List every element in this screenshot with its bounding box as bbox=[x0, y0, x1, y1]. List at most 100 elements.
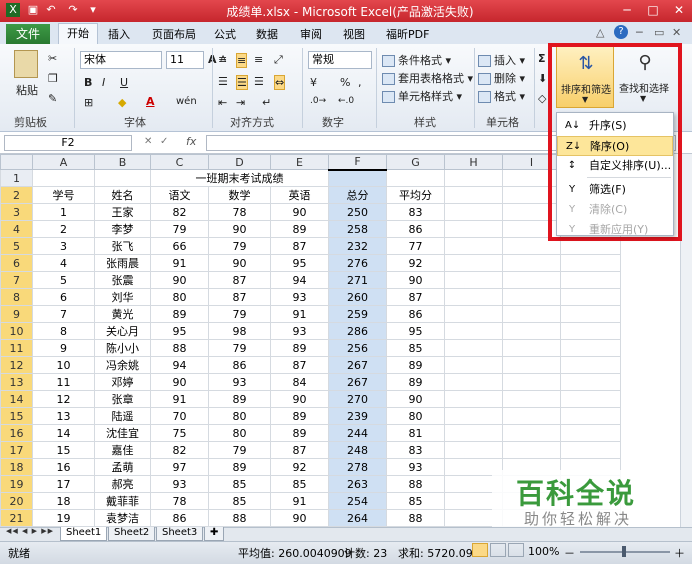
cell[interactable] bbox=[444, 305, 503, 323]
header-cell[interactable]: 语文 bbox=[150, 186, 209, 204]
data-cell[interactable]: 90 bbox=[270, 203, 329, 221]
data-cell[interactable]: 89 bbox=[386, 373, 445, 391]
data-cell[interactable]: 90 bbox=[208, 220, 271, 238]
data-cell[interactable]: 12 bbox=[32, 390, 95, 408]
data-cell[interactable]: 6 bbox=[32, 288, 95, 306]
workbook-close-button[interactable]: ✕ bbox=[672, 26, 681, 39]
data-cell[interactable]: 13 bbox=[32, 407, 95, 425]
format-cells-button[interactable]: 格式 ▾ bbox=[478, 88, 525, 104]
percent-button[interactable]: % bbox=[340, 76, 350, 89]
insert-function-button[interactable]: fx bbox=[186, 135, 196, 148]
cell[interactable] bbox=[32, 169, 95, 187]
data-cell[interactable]: 17 bbox=[32, 475, 95, 493]
data-cell[interactable]: 3 bbox=[32, 237, 95, 255]
data-cell[interactable]: 270 bbox=[328, 390, 387, 408]
borders-icon[interactable]: ⊞ bbox=[84, 96, 93, 109]
data-cell[interactable]: 袁梦洁 bbox=[94, 509, 151, 527]
data-cell[interactable]: 83 bbox=[386, 441, 445, 459]
data-cell[interactable]: 11 bbox=[32, 373, 95, 391]
data-cell[interactable]: 87 bbox=[208, 288, 271, 306]
data-cell[interactable]: 90 bbox=[270, 390, 329, 408]
align-right-icon[interactable]: ☰ bbox=[254, 75, 264, 88]
header-cell[interactable]: 数学 bbox=[208, 186, 271, 204]
data-cell[interactable]: 90 bbox=[150, 373, 209, 391]
minimize-button[interactable]: ─ bbox=[614, 0, 640, 20]
data-cell[interactable]: 254 bbox=[328, 492, 387, 510]
data-cell[interactable]: 张章 bbox=[94, 390, 151, 408]
column-header-g[interactable]: G bbox=[386, 154, 445, 170]
data-cell[interactable]: 80 bbox=[208, 407, 271, 425]
insert-cells-button[interactable]: 插入 ▾ bbox=[478, 52, 525, 68]
cell[interactable] bbox=[444, 186, 503, 204]
cell[interactable] bbox=[502, 356, 561, 374]
data-cell[interactable]: 98 bbox=[208, 322, 271, 340]
data-cell[interactable]: 80 bbox=[208, 424, 271, 442]
data-cell[interactable]: 79 bbox=[208, 305, 271, 323]
data-cell[interactable]: 286 bbox=[328, 322, 387, 340]
row-header[interactable]: 9 bbox=[0, 305, 33, 323]
next-sheet-button[interactable]: ▶ bbox=[32, 527, 38, 535]
data-cell[interactable]: 张雨晨 bbox=[94, 254, 151, 272]
wrap-text-icon[interactable]: ↵ bbox=[262, 96, 271, 109]
tab-view[interactable]: 视图 bbox=[343, 26, 365, 42]
cell[interactable] bbox=[502, 424, 561, 442]
comma-button[interactable]: , bbox=[358, 76, 362, 89]
column-header-c[interactable]: C bbox=[150, 154, 209, 170]
header-cell[interactable]: 平均分 bbox=[386, 186, 445, 204]
data-cell[interactable]: 7 bbox=[32, 305, 95, 323]
sheet-tab-sheet2[interactable]: Sheet2 bbox=[108, 527, 156, 541]
cell[interactable] bbox=[560, 322, 621, 340]
data-cell[interactable]: 4 bbox=[32, 254, 95, 272]
underline-button[interactable]: U bbox=[120, 76, 128, 89]
cell-styles-button[interactable]: 单元格样式 ▾ bbox=[382, 88, 462, 104]
close-button[interactable]: ✕ bbox=[666, 0, 692, 20]
cell[interactable] bbox=[560, 407, 621, 425]
data-cell[interactable]: 85 bbox=[208, 492, 271, 510]
cell[interactable] bbox=[94, 169, 151, 187]
zoom-slider-thumb[interactable] bbox=[622, 546, 626, 557]
cell[interactable] bbox=[502, 390, 561, 408]
data-cell[interactable]: 戴菲菲 bbox=[94, 492, 151, 510]
data-cell[interactable]: 90 bbox=[386, 390, 445, 408]
data-cell[interactable]: 87 bbox=[270, 237, 329, 255]
cell[interactable] bbox=[444, 356, 503, 374]
font-size-select[interactable]: 11 bbox=[166, 51, 204, 69]
sheet-tab-sheet3[interactable]: Sheet3 bbox=[156, 527, 204, 541]
data-cell[interactable]: 89 bbox=[270, 339, 329, 357]
row-header[interactable]: 12 bbox=[0, 356, 33, 374]
cell[interactable] bbox=[386, 169, 445, 187]
data-cell[interactable]: 70 bbox=[150, 407, 209, 425]
data-cell[interactable]: 79 bbox=[150, 220, 209, 238]
data-cell[interactable]: 260 bbox=[328, 288, 387, 306]
data-cell[interactable]: 82 bbox=[150, 203, 209, 221]
zoom-level[interactable]: 100% bbox=[528, 545, 559, 558]
column-header-e[interactable]: E bbox=[270, 154, 329, 170]
data-cell[interactable]: 10 bbox=[32, 356, 95, 374]
cell[interactable] bbox=[560, 424, 621, 442]
orientation-icon[interactable]: ⤢ bbox=[274, 53, 283, 67]
column-header-b[interactable]: B bbox=[94, 154, 151, 170]
data-cell[interactable]: 陆遥 bbox=[94, 407, 151, 425]
page-layout-view-icon[interactable] bbox=[490, 543, 506, 557]
data-cell[interactable]: 259 bbox=[328, 305, 387, 323]
cell[interactable] bbox=[560, 356, 621, 374]
number-format-select[interactable]: 常规 bbox=[308, 51, 372, 69]
italic-button[interactable]: I bbox=[102, 76, 105, 89]
data-cell[interactable]: 89 bbox=[270, 424, 329, 442]
data-cell[interactable]: 19 bbox=[32, 509, 95, 527]
cell[interactable] bbox=[502, 339, 561, 357]
cell[interactable] bbox=[444, 288, 503, 306]
cell[interactable] bbox=[560, 441, 621, 459]
data-cell[interactable]: 90 bbox=[150, 271, 209, 289]
column-header-d[interactable]: D bbox=[208, 154, 271, 170]
row-header[interactable]: 4 bbox=[0, 220, 33, 238]
paste-icon[interactable] bbox=[14, 50, 38, 78]
row-header[interactable]: 1 bbox=[0, 169, 33, 187]
cell[interactable] bbox=[502, 254, 561, 272]
tab-home[interactable]: 开始 bbox=[58, 23, 98, 45]
data-cell[interactable]: 79 bbox=[208, 339, 271, 357]
row-header[interactable]: 20 bbox=[0, 492, 33, 510]
menu-item-filter[interactable]: Y 筛选(F) bbox=[557, 180, 673, 200]
cell[interactable] bbox=[560, 271, 621, 289]
data-cell[interactable]: 256 bbox=[328, 339, 387, 357]
